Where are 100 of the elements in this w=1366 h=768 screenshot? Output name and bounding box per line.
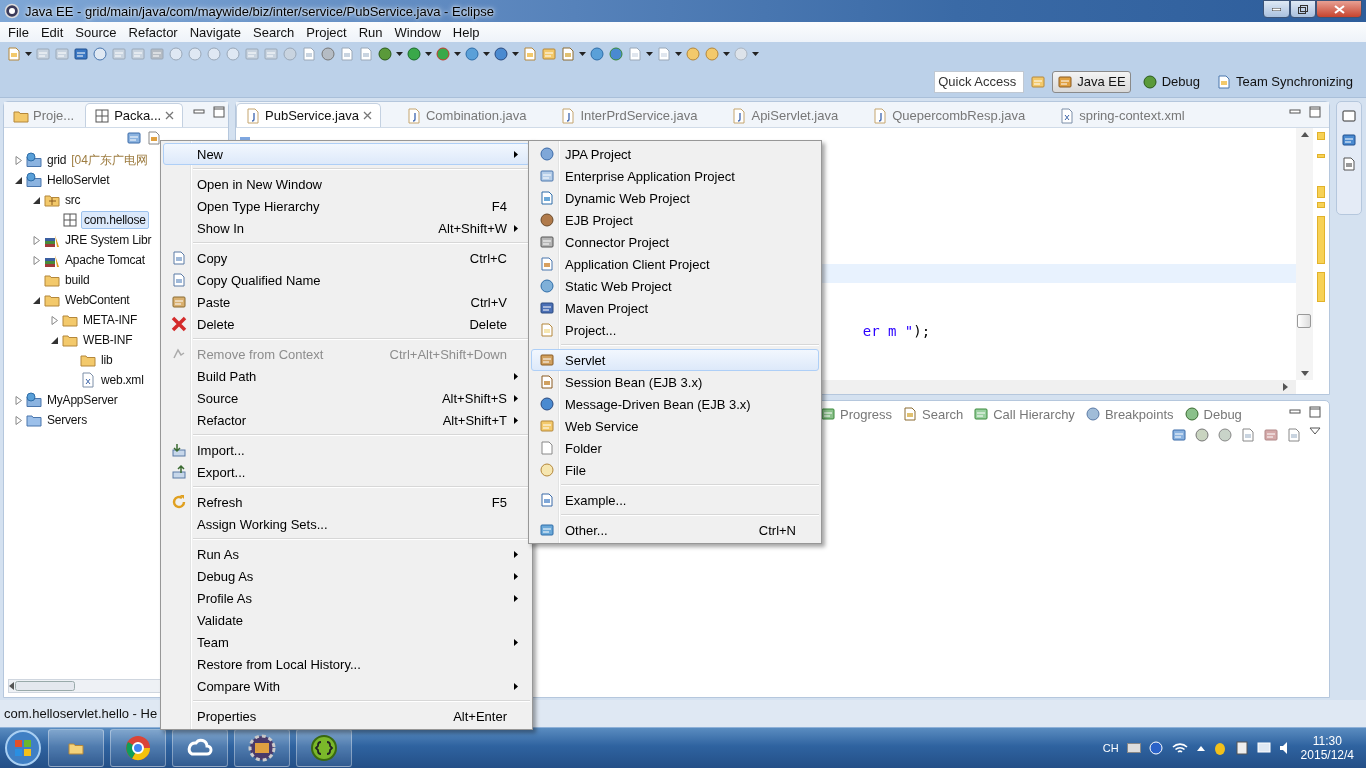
minimize-button[interactable]	[1263, 0, 1290, 18]
menu-item[interactable]: Refresh F5	[163, 491, 530, 513]
clock-time[interactable]: 11:30	[1312, 734, 1342, 748]
tree-item[interactable]: src	[63, 192, 83, 208]
collapsed-arrow-icon[interactable]	[51, 315, 59, 325]
expanded-arrow-icon[interactable]	[51, 335, 59, 345]
tree-item[interactable]: MyAppServer	[45, 392, 120, 408]
editor-tab[interactable]: ApiServlet.java	[722, 103, 848, 127]
menu-item[interactable]: Open in New Window	[163, 173, 530, 195]
menu-item[interactable]: Build Path	[163, 365, 530, 387]
menu-item[interactable]: Folder	[531, 437, 819, 459]
menu-bar-item[interactable]: Project	[300, 24, 353, 40]
perspective-button[interactable]: Java EE	[1052, 70, 1131, 93]
taskbar-app[interactable]	[234, 729, 290, 767]
perspective-button[interactable]: Team Synchronizing	[1210, 70, 1358, 93]
menu-item[interactable]: Application Client Project	[531, 253, 819, 275]
perspective-button[interactable]: Debug	[1136, 70, 1205, 93]
menu-item[interactable]: Restore from Local History...	[163, 653, 530, 675]
tree-item[interactable]: grid	[45, 152, 69, 168]
editor-tab[interactable]: Combination.java	[396, 103, 536, 127]
taskbar-app[interactable]	[296, 729, 352, 767]
menu-item[interactable]: Copy Ctrl+C	[163, 247, 530, 269]
menu-bar-item[interactable]: Window	[388, 24, 447, 40]
menu-bar-item[interactable]: Run	[352, 24, 389, 40]
menu-item[interactable]: Paste Ctrl+V	[163, 291, 530, 313]
menu-item[interactable]: EJB Project	[531, 209, 819, 231]
menu-item[interactable]: Copy Qualified Name	[163, 269, 530, 291]
menu-item[interactable]: Profile As	[163, 587, 530, 609]
view-tab[interactable]: Packa...	[85, 103, 184, 127]
quick-access-field[interactable]: Quick Access	[934, 70, 1025, 93]
menu-item[interactable]: Delete Delete	[163, 313, 530, 335]
view-tab[interactable]: Breakpoints	[1084, 406, 1174, 422]
editor-tab[interactable]: InterPrdService.java	[551, 103, 707, 127]
menu-item[interactable]: Compare With	[163, 675, 530, 697]
menu-item[interactable]: Message-Driven Bean (EJB 3.x)	[531, 393, 819, 415]
collapsed-arrow-icon[interactable]	[15, 395, 23, 405]
tree-item[interactable]: build	[63, 272, 92, 288]
expanded-arrow-icon[interactable]	[33, 195, 41, 205]
menu-item[interactable]: Maven Project	[531, 297, 819, 319]
menu-item[interactable]: Web Service	[531, 415, 819, 437]
menu-bar-item[interactable]: Edit	[34, 24, 70, 40]
view-tab[interactable]: Search	[902, 406, 964, 422]
menu-item[interactable]: Import...	[163, 439, 530, 461]
collapsed-arrow-icon[interactable]	[15, 155, 23, 165]
tree-item[interactable]: Apache Tomcat	[63, 252, 147, 268]
menu-item[interactable]: Properties Alt+Enter	[163, 705, 530, 727]
menu-item[interactable]: Dynamic Web Project	[531, 187, 819, 209]
tree-item[interactable]: META-INF	[81, 312, 140, 328]
menu-item[interactable]: Example...	[531, 489, 819, 511]
menu-item[interactable]: Assign Working Sets...	[163, 513, 530, 535]
editor-tab[interactable]: QuepercombResp.java	[863, 103, 1035, 127]
menu-item[interactable]: Static Web Project	[531, 275, 819, 297]
menu-item[interactable]: Debug As	[163, 565, 530, 587]
menu-item[interactable]: Validate	[163, 609, 530, 631]
expanded-arrow-icon[interactable]	[33, 295, 41, 305]
menu-bar-item[interactable]: Navigate	[183, 24, 247, 40]
tree-item[interactable]: WEB-INF	[81, 332, 135, 348]
tree-item[interactable]: Servers	[45, 412, 89, 428]
menu-bar-item[interactable]: Refactor	[122, 24, 184, 40]
tree-item[interactable]: JRE System Libr	[63, 232, 154, 248]
menu-item[interactable]: Export...	[163, 461, 530, 483]
taskbar-app[interactable]	[48, 729, 104, 767]
menu-item[interactable]: Enterprise Application Project	[531, 165, 819, 187]
collapsed-arrow-icon[interactable]	[33, 235, 41, 245]
menu-item[interactable]: Run As	[163, 543, 530, 565]
menu-item[interactable]: Project...	[531, 319, 819, 341]
menu-item[interactable]: Connector Project	[531, 231, 819, 253]
menu-item[interactable]: Servlet	[531, 349, 819, 371]
menu-item[interactable]: Session Bean (EJB 3.x)	[531, 371, 819, 393]
menu-bar-item[interactable]: Source	[69, 24, 123, 40]
tree-item[interactable]: lib	[99, 352, 115, 368]
vertical-scrollbar[interactable]	[1296, 128, 1313, 380]
view-tab[interactable]: Call Hierarchy	[973, 406, 1075, 422]
view-tab[interactable]: Progress	[820, 406, 893, 422]
menu-item[interactable]: Open Type Hierarchy F4	[163, 195, 530, 217]
menu-item[interactable]: JPA Project	[531, 143, 819, 165]
menu-bar-item[interactable]: Search	[247, 24, 301, 40]
menu-item[interactable]: New	[163, 143, 530, 165]
language-indicator[interactable]: CH	[1102, 742, 1119, 754]
menu-item[interactable]: Other... Ctrl+N	[531, 519, 819, 541]
expanded-arrow-icon[interactable]	[15, 175, 23, 185]
scroll-thumb[interactable]	[1297, 314, 1311, 328]
view-tab[interactable]: Debug	[1183, 406, 1242, 422]
restore-button[interactable]	[1290, 0, 1316, 18]
menu-bar-item[interactable]: Help	[446, 24, 486, 40]
close-button[interactable]	[1316, 0, 1362, 18]
menu-item[interactable]: Source Alt+Shift+S	[163, 387, 530, 409]
collapsed-arrow-icon[interactable]	[33, 255, 41, 265]
menu-item[interactable]: Refactor Alt+Shift+T	[163, 409, 530, 431]
tree-item[interactable]: WebContent	[63, 292, 132, 308]
tree-item[interactable]: HelloServlet	[45, 172, 112, 188]
taskbar-app[interactable]	[172, 729, 228, 767]
clock-date[interactable]: 2015/12/4	[1300, 748, 1354, 762]
collapsed-arrow-icon[interactable]	[15, 415, 23, 425]
menu-item[interactable]: File	[531, 459, 819, 481]
menu-item[interactable]: Show In Alt+Shift+W	[163, 217, 530, 239]
tree-item[interactable]: com.hellose	[81, 211, 149, 229]
view-tab[interactable]: Proje...	[4, 103, 84, 127]
menu-bar-item[interactable]: File	[2, 24, 35, 40]
tree-item[interactable]: web.xml	[99, 372, 146, 388]
